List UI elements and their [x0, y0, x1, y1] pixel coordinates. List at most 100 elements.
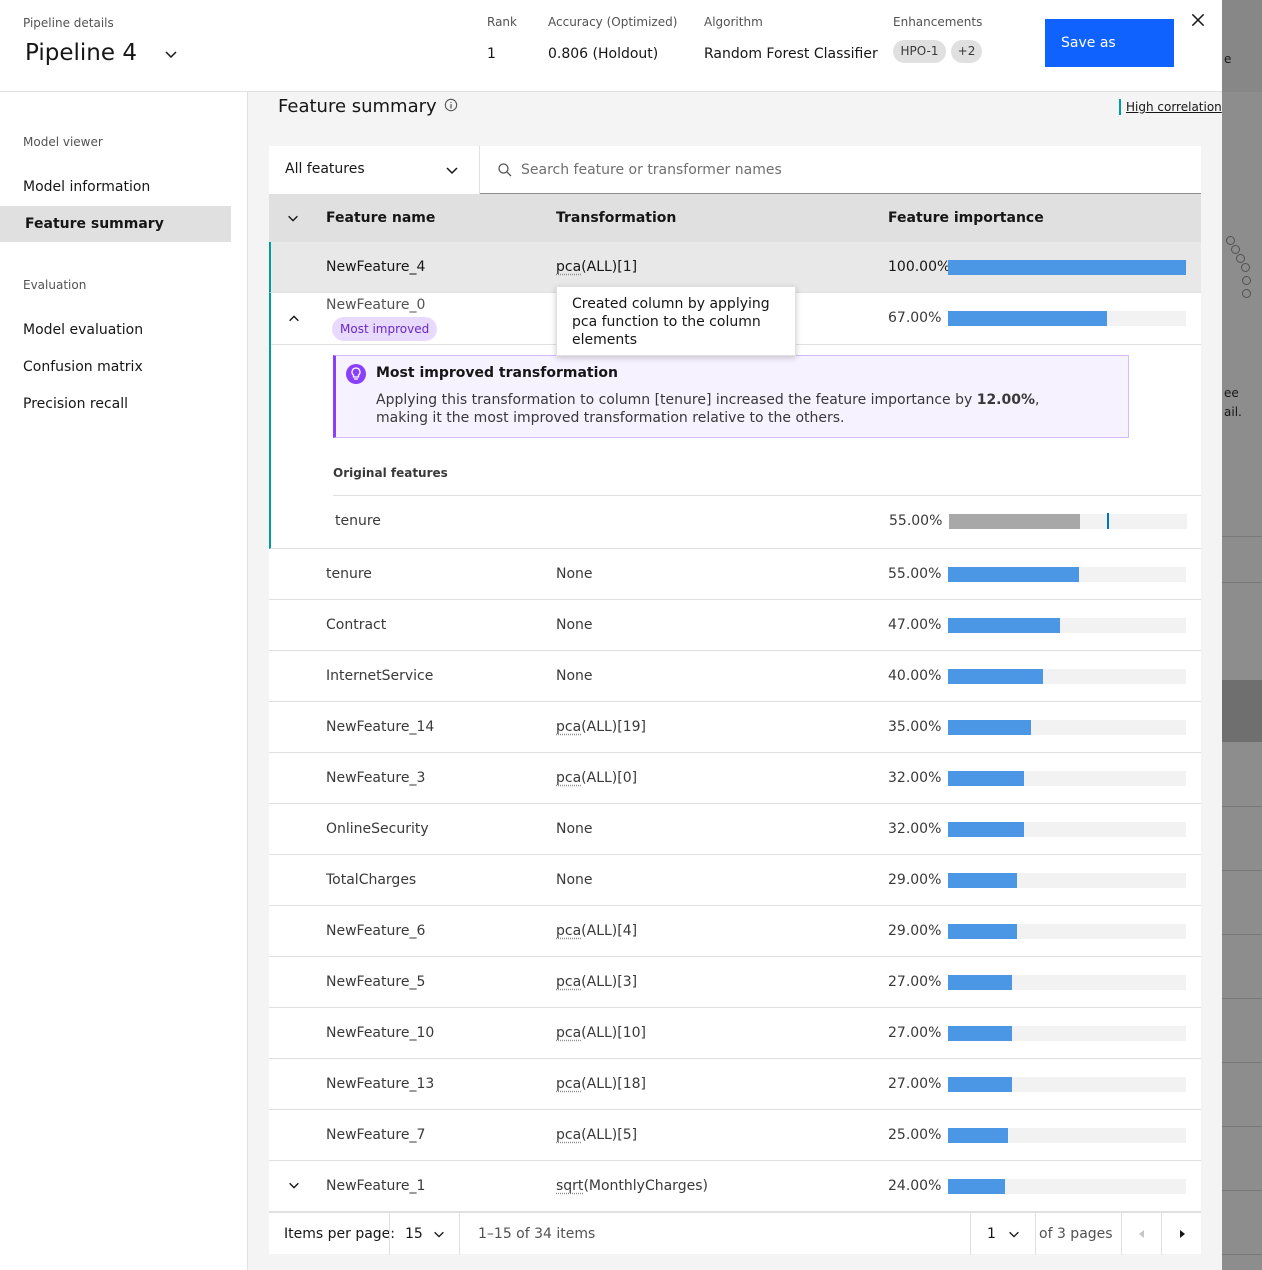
transformation-fn[interactable]: sqrt	[556, 1178, 583, 1194]
table-row[interactable]: NewFeature_14 pca(ALL)[19] 35.00%	[269, 702, 1201, 753]
save-as-button[interactable]: Save as	[1045, 19, 1174, 67]
feature-name: NewFeature_7	[326, 1127, 426, 1143]
transformation[interactable]: pca(ALL)[18]	[556, 1076, 646, 1092]
next-page-button[interactable]	[1161, 1213, 1201, 1255]
importance-bar	[948, 567, 1186, 582]
feature-name: tenure	[326, 566, 372, 582]
pipeline-details-label: Pipeline details	[23, 16, 114, 30]
transformation-arg: (ALL)[10]	[581, 1025, 647, 1041]
table-row[interactable]: InternetService None 40.00%	[269, 651, 1201, 702]
transformation-tooltip: Created column by applying pca function …	[556, 286, 796, 356]
chevron-down-icon	[446, 167, 458, 175]
items-per-page-select[interactable]: 15	[389, 1213, 460, 1255]
rank-value: 1	[487, 46, 496, 62]
transformation[interactable]: pca(ALL)[5]	[556, 1127, 637, 1143]
importance-bar	[948, 720, 1186, 735]
sidebar-item-model-evaluation[interactable]: Model evaluation	[0, 312, 231, 348]
sidebar-section-model-viewer: Model viewer	[23, 135, 103, 149]
chevron-down-icon	[434, 1231, 444, 1238]
table-row[interactable]: OnlineSecurity None 32.00%	[269, 804, 1201, 855]
chevron-up-icon[interactable]	[287, 312, 301, 326]
algorithm-value: Random Forest Classifier	[704, 46, 878, 62]
importance-value: 100.00%	[888, 259, 951, 275]
pipeline-name[interactable]: Pipeline 4	[25, 40, 137, 66]
table-row[interactable]: NewFeature_3 pca(ALL)[0] 32.00%	[269, 753, 1201, 804]
original-importance-bar-fill	[949, 514, 1080, 529]
transformation[interactable]: pca(ALL)[4]	[556, 923, 637, 939]
sidebar-section-evaluation: Evaluation	[23, 278, 87, 292]
transformation-fn[interactable]: pca	[556, 719, 581, 735]
transformation-fn[interactable]: pca	[556, 770, 581, 786]
importance-value: 27.00%	[888, 974, 942, 990]
table-row[interactable]: NewFeature_1 sqrt(MonthlyCharges) 24.00%	[269, 1161, 1201, 1212]
info-icon[interactable]	[444, 98, 458, 112]
background-text: e	[1224, 52, 1232, 66]
importance-bar	[948, 771, 1186, 786]
importance-value: 24.00%	[888, 1178, 942, 1194]
importance-bar-fill	[948, 567, 1079, 582]
transformation[interactable]: sqrt(MonthlyCharges)	[556, 1178, 708, 1194]
sidebar-item-precision-recall[interactable]: Precision recall	[0, 386, 231, 422]
high-correlation-legend[interactable]: High correlation	[1119, 99, 1222, 115]
enhancements-label: Enhancements	[893, 15, 983, 29]
original-feature-name: tenure	[335, 513, 381, 529]
transformation[interactable]: pca(ALL)[1]	[556, 259, 637, 275]
chevron-down-icon[interactable]	[286, 211, 300, 225]
column-header-feature-name[interactable]: Feature name	[326, 210, 435, 226]
importance-bar-fill	[948, 975, 1013, 990]
sidebar-item-model-information[interactable]: Model information	[0, 169, 231, 205]
table-row[interactable]: Contract None 47.00%	[269, 600, 1201, 651]
table-row[interactable]: TotalCharges None 29.00%	[269, 855, 1201, 906]
column-header-transformation[interactable]: Transformation	[556, 210, 676, 226]
transformation-fn[interactable]: pca	[556, 1127, 581, 1143]
importance-bar	[948, 1179, 1186, 1194]
transformation[interactable]: pca(ALL)[0]	[556, 770, 637, 786]
transformation[interactable]: pca(ALL)[19]	[556, 719, 646, 735]
importance-bar	[948, 1077, 1186, 1092]
transformation-fn[interactable]: pca	[556, 1025, 581, 1041]
transformation: None	[556, 566, 593, 582]
chevron-down-icon[interactable]	[163, 46, 179, 62]
transformation-fn[interactable]: pca	[556, 259, 581, 275]
enhancement-more-tag[interactable]: +2	[951, 40, 982, 63]
transformation[interactable]: pca(ALL)[10]	[556, 1025, 646, 1041]
importance-bar-fill	[948, 822, 1025, 837]
importance-bar-fill	[948, 618, 1060, 633]
transformation: None	[556, 821, 593, 837]
most-improved-tag: Most improved	[332, 317, 438, 341]
transformation-arg: (ALL)[18]	[581, 1076, 647, 1092]
transformation-fn[interactable]: pca	[556, 974, 581, 990]
transformation-fn[interactable]: pca	[556, 923, 581, 939]
close-icon[interactable]	[1189, 11, 1207, 29]
table-row[interactable]: NewFeature_13 pca(ALL)[18] 27.00%	[269, 1059, 1201, 1110]
feature-name: NewFeature_3	[326, 770, 426, 786]
features-filter-value: All features	[285, 161, 365, 177]
page-total: of 3 pages	[1039, 1226, 1113, 1242]
pagination: Items per page: 15 1–15 of 34 items 1 of…	[269, 1212, 1201, 1255]
sidebar-item-feature-summary[interactable]: Feature summary	[0, 206, 231, 242]
page-select[interactable]: 1	[970, 1213, 1036, 1255]
previous-page-button[interactable]	[1121, 1213, 1161, 1255]
transformation-arg: None	[556, 872, 593, 888]
column-header-feature-importance[interactable]: Feature importance	[888, 210, 1044, 226]
feature-summary-main: Feature summary High correlation All fea…	[248, 92, 1222, 1270]
table-row[interactable]: NewFeature_6 pca(ALL)[4] 29.00%	[269, 906, 1201, 957]
feature-name: NewFeature_1	[326, 1178, 426, 1194]
importance-bar-fill	[948, 1077, 1013, 1092]
search-input[interactable]	[521, 154, 1181, 186]
table-row[interactable]: NewFeature_5 pca(ALL)[3] 27.00%	[269, 957, 1201, 1008]
original-feature-row: tenure 55.00%	[319, 496, 1201, 548]
original-importance-value: 55.00%	[889, 513, 943, 529]
page-value: 1	[987, 1226, 996, 1242]
sidebar-item-confusion-matrix[interactable]: Confusion matrix	[0, 349, 231, 385]
importance-value: 27.00%	[888, 1025, 942, 1041]
importance-bar-fill	[948, 1179, 1006, 1194]
transformation[interactable]: pca(ALL)[3]	[556, 974, 637, 990]
chevron-down-icon[interactable]	[287, 1178, 301, 1192]
importance-bar-fill	[948, 771, 1025, 786]
table-row[interactable]: NewFeature_7 pca(ALL)[5] 25.00%	[269, 1110, 1201, 1161]
table-row[interactable]: tenure None 55.00%	[269, 549, 1201, 600]
features-filter-dropdown[interactable]: All features	[269, 146, 480, 194]
transformation-fn[interactable]: pca	[556, 1076, 581, 1092]
table-row[interactable]: NewFeature_10 pca(ALL)[10] 27.00%	[269, 1008, 1201, 1059]
